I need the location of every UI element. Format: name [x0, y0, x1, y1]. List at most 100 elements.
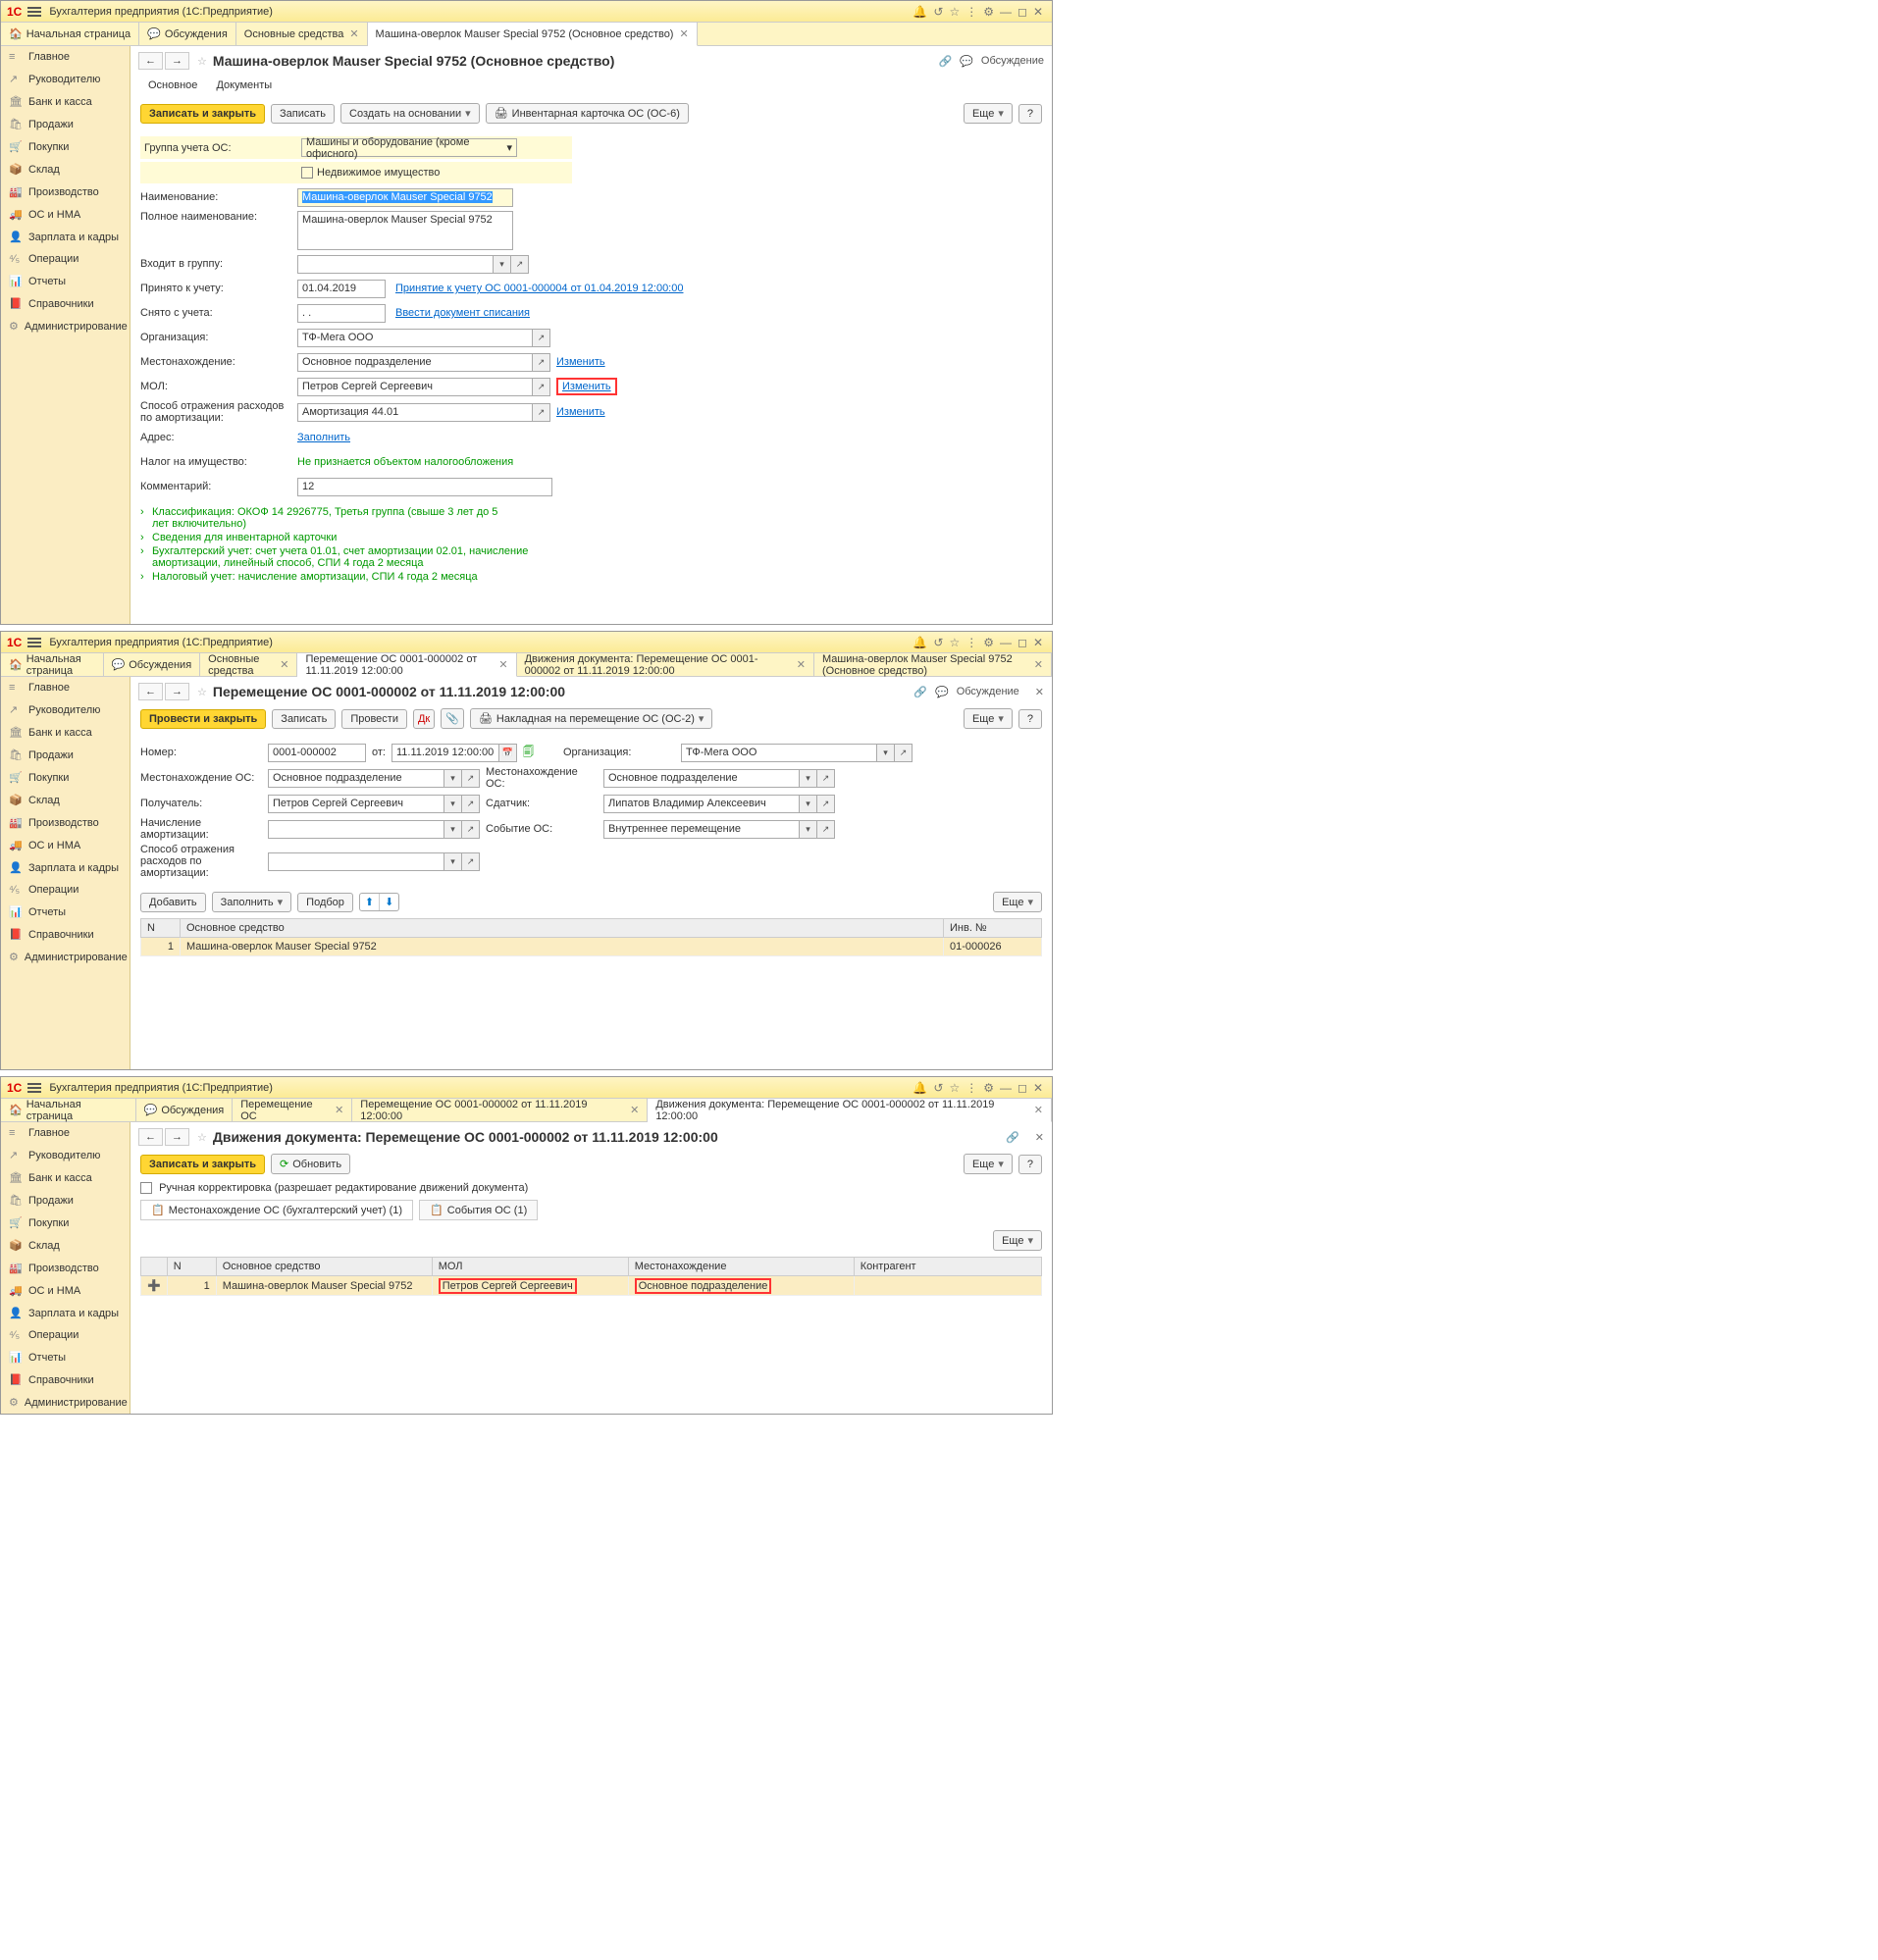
sidebar-item[interactable]: 📊Отчеты — [1, 901, 130, 923]
expand-tax[interactable]: Налоговый учет: начисление амортизации, … — [140, 571, 1042, 583]
change-method-link[interactable]: Изменить — [556, 406, 605, 418]
org-input[interactable]: ТФ-Мега ООО — [297, 329, 533, 347]
history-icon[interactable]: ↺ — [933, 1081, 943, 1095]
more-button[interactable]: Еще — [964, 708, 1013, 729]
open-icon[interactable]: ↗ — [817, 769, 835, 788]
bell-icon[interactable]: 🔔 — [913, 636, 927, 649]
sidebar-item[interactable]: 🏛Банк и касса — [1, 1166, 130, 1189]
discuss-icon[interactable]: 💬 — [960, 55, 973, 68]
sidebar-item[interactable]: 👤Зарплата и кадры — [1, 1302, 130, 1324]
sidebar-item[interactable]: 📕Справочники — [1, 292, 130, 315]
sidebar-item[interactable]: 🛒Покупки — [1, 1212, 130, 1234]
sidebar-item[interactable]: ⁴⁄₅Операции — [1, 1324, 130, 1346]
save-button[interactable]: Записать — [271, 104, 335, 124]
real-estate-checkbox[interactable] — [301, 167, 313, 179]
favorite-icon[interactable]: ☆ — [197, 686, 207, 698]
variant-icon[interactable]: 🗐 — [523, 744, 534, 762]
dropdown-icon[interactable]: ▾ — [444, 795, 462, 813]
method-input[interactable] — [268, 852, 444, 871]
col-loc[interactable]: Местонахождение — [628, 1258, 854, 1276]
sidebar-item[interactable]: ⚙Администрирование — [1, 315, 130, 337]
col-n[interactable]: N — [141, 919, 181, 938]
date-input[interactable]: 11.11.2019 12:00:00 — [391, 744, 499, 762]
accept-link[interactable]: Принятие к учету ОС 0001-000004 от 01.04… — [395, 283, 683, 294]
remove-link[interactable]: Ввести документ списания — [395, 307, 530, 319]
discuss-icon[interactable]: 💬 — [935, 686, 949, 698]
fullname-input[interactable]: Машина-оверлок Mauser Special 9752 — [297, 211, 513, 250]
sidebar-item[interactable]: ↗Руководителю — [1, 698, 130, 721]
sidebar-item[interactable]: 📊Отчеты — [1, 1346, 130, 1368]
close-icon[interactable]: ✕ — [1033, 1081, 1043, 1095]
link-icon[interactable]: 🔗 — [913, 686, 927, 698]
col-inv[interactable]: Инв. № — [944, 919, 1042, 938]
fill-link[interactable]: Заполнить — [297, 432, 350, 443]
more-icon[interactable]: ⋮ — [965, 1081, 977, 1095]
subtab-main[interactable]: Основное — [140, 76, 205, 97]
sidebar-item[interactable]: 👤Зарплата и кадры — [1, 226, 130, 248]
col-os[interactable]: Основное средство — [181, 919, 944, 938]
refresh-button[interactable]: ⟳ Обновить — [271, 1154, 350, 1174]
save-button[interactable]: Записать — [272, 709, 336, 729]
tab-1[interactable]: Основные средства✕ — [236, 23, 368, 45]
change-mol-link[interactable]: Изменить — [556, 378, 617, 395]
tab-1[interactable]: Основные средства✕ — [200, 653, 297, 676]
tab-2[interactable]: Машина-оверлок Mauser Special 9752 (Осно… — [368, 23, 698, 46]
dropdown-icon[interactable]: ▾ — [444, 820, 462, 839]
name-input[interactable]: Машина-оверлок Mauser Special 9752 — [297, 188, 513, 207]
star-icon[interactable]: ☆ — [949, 1081, 960, 1095]
dropdown-icon[interactable]: ▾ — [877, 744, 895, 762]
maximize-icon[interactable]: ◻ — [1017, 1081, 1027, 1095]
settings-icon[interactable]: ⚙ — [983, 636, 994, 649]
back-button[interactable]: ← — [138, 683, 163, 700]
open-icon[interactable]: ↗ — [533, 403, 550, 422]
burger-icon[interactable] — [27, 1083, 41, 1093]
calendar-icon[interactable]: 📅 — [499, 744, 517, 762]
sidebar-item[interactable]: 📦Склад — [1, 789, 130, 811]
sidebar-item[interactable]: ≡Главное — [1, 677, 130, 698]
star-icon[interactable]: ☆ — [949, 636, 960, 649]
subtab-events[interactable]: 📋 События ОС (1) — [419, 1200, 538, 1220]
sidebar-item[interactable]: ≡Главное — [1, 1122, 130, 1144]
tab-1[interactable]: Перемещение ОС✕ — [233, 1099, 352, 1121]
group-select[interactable]: Машины и оборудование (кроме офисного)▾ — [301, 138, 517, 157]
sidebar-item[interactable]: 🛍Продажи — [1, 744, 130, 766]
table-row[interactable]: 1 Машина-оверлок Mauser Special 9752 01-… — [141, 938, 1042, 956]
back-button[interactable]: ← — [138, 1128, 163, 1146]
dropdown-icon[interactable]: ▾ — [444, 769, 462, 788]
save-close-button[interactable]: Записать и закрыть — [140, 104, 265, 124]
favorite-icon[interactable]: ☆ — [197, 1131, 207, 1144]
minimize-icon[interactable]: — — [1000, 5, 1012, 19]
sidebar-item[interactable]: 📊Отчеты — [1, 270, 130, 292]
fill-button[interactable]: Заполнить — [212, 892, 292, 912]
close-icon[interactable]: ✕ — [630, 1104, 639, 1116]
tab-home[interactable]: 🏠 Начальная страница — [1, 653, 104, 676]
sidebar-item[interactable]: 🚚ОС и НМА — [1, 1279, 130, 1302]
link-icon[interactable]: 🔗 — [1006, 1131, 1019, 1144]
tab-home[interactable]: 🏠 Начальная страница — [1, 23, 139, 45]
tab-discuss[interactable]: 💬 Обсуждения — [104, 653, 201, 676]
save-close-button[interactable]: Записать и закрыть — [140, 1155, 265, 1174]
more-button[interactable]: Еще — [964, 103, 1013, 124]
discuss-link[interactable]: Обсуждение — [981, 55, 1044, 67]
sidebar-item[interactable]: ≡Главное — [1, 46, 130, 68]
col-mol[interactable]: МОЛ — [432, 1258, 628, 1276]
table-row[interactable]: ➕ 1 Машина-оверлок Mauser Special 9752 П… — [141, 1276, 1042, 1296]
print-button[interactable]: 🖨 Накладная на перемещение ОС (ОС-2) — [470, 708, 713, 729]
location-input[interactable]: Основное подразделение — [297, 353, 533, 372]
more-button[interactable]: Еще — [993, 1230, 1042, 1251]
sidebar-item[interactable]: 🚚ОС и НМА — [1, 203, 130, 226]
manual-checkbox[interactable] — [140, 1182, 152, 1194]
expand-classification[interactable]: Классификация: ОКОФ 14 2926775, Третья г… — [140, 506, 513, 530]
print-button[interactable]: 🖨 Инвентарная карточка ОС (ОС-6) — [486, 103, 689, 124]
close-icon[interactable]: ✕ — [679, 27, 688, 40]
close-page-icon[interactable]: ✕ — [1035, 686, 1044, 698]
removed-date[interactable]: . . — [297, 304, 386, 323]
tab-3[interactable]: Движения документа: Перемещение ОС 0001-… — [517, 653, 814, 676]
open-icon[interactable]: ↗ — [533, 378, 550, 396]
sidebar-item[interactable]: 🛒Покупки — [1, 135, 130, 158]
more-button[interactable]: Еще — [993, 892, 1042, 912]
open-icon[interactable]: ↗ — [462, 852, 480, 871]
sidebar-item[interactable]: 🏛Банк и касса — [1, 721, 130, 744]
tab-4[interactable]: Машина-оверлок Mauser Special 9752 (Осно… — [814, 653, 1052, 676]
sidebar-item[interactable]: 🛒Покупки — [1, 766, 130, 789]
